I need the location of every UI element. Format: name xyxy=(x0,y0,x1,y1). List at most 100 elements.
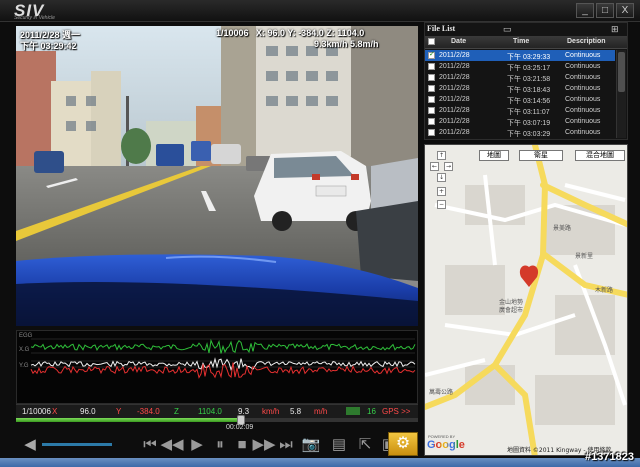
pan-down-icon[interactable]: ↓ xyxy=(437,173,446,182)
file-list-header: Date Time Description xyxy=(425,36,627,49)
print-icon[interactable]: ▤ xyxy=(328,434,350,454)
video-time-overlay: 下午 03:29:42 xyxy=(20,41,77,51)
file-list-row[interactable]: 2011/2/28 下午 03:03:29 Continuous xyxy=(425,127,615,138)
file-list-row[interactable]: 2011/2/28 下午 03:25:17 Continuous xyxy=(425,61,615,72)
file-list-row[interactable]: 2011/2/28 下午 03:21:58 Continuous xyxy=(425,72,615,83)
volume-icon[interactable]: ◀ xyxy=(20,434,40,454)
video-frame-counter: 1/10006 xyxy=(216,28,249,38)
rewind-icon[interactable]: ◀◀ xyxy=(160,434,183,454)
gear-icon: ⚙ xyxy=(395,435,411,452)
readout-satellite-count: 16 xyxy=(367,407,376,416)
scrollbar-thumb[interactable] xyxy=(618,52,625,92)
google-logo-text: Google xyxy=(427,439,465,451)
row-checkbox[interactable] xyxy=(428,107,435,114)
pan-up-icon[interactable]: ↑ xyxy=(437,151,446,160)
google-logo: Google xyxy=(427,439,465,451)
graph-axis-label: Y.G xyxy=(19,363,29,369)
satellite-view-button[interactable]: 衛星 xyxy=(519,150,563,161)
readout-mh-value: 5.8 xyxy=(290,407,302,416)
row-date: 2011/2/28 xyxy=(439,52,470,59)
snapshot-camera-icon[interactable]: 📷 xyxy=(300,434,322,454)
close-button[interactable]: X xyxy=(616,3,634,18)
row-checkbox[interactable] xyxy=(428,50,435,59)
fast-forward-icon[interactable]: ▶▶ xyxy=(252,434,275,454)
row-checkbox[interactable] xyxy=(428,74,435,81)
column-date[interactable]: Date xyxy=(451,38,466,45)
title-bar: SIV Security in Vehicle _ □ X xyxy=(0,0,640,22)
readout-z-label: Z xyxy=(174,407,179,416)
row-checkbox[interactable] xyxy=(428,63,435,70)
stop-icon[interactable]: ■ xyxy=(232,434,252,454)
graph-axis-label: EGG xyxy=(19,333,33,339)
row-time: 下午 03:03:29 xyxy=(507,131,551,138)
readout-counter: 1/10006 xyxy=(22,407,51,416)
row-checkbox[interactable] xyxy=(428,129,435,136)
file-list-row[interactable]: 2011/2/28下午 03:29:33Continuous xyxy=(425,50,615,61)
add-file-icon[interactable]: ⊞ xyxy=(611,25,621,34)
video-sensor-overlay: X: 96.0 Y: -384.0 Z: 1104.0 xyxy=(256,28,365,38)
app-logo-subtitle: Security in Vehicle xyxy=(14,15,55,21)
pause-icon[interactable]: ⏸ xyxy=(210,434,230,454)
readout-y-value: -384.0 xyxy=(137,407,160,416)
minimize-button[interactable]: _ xyxy=(576,3,594,18)
row-description: Continuous xyxy=(565,118,601,125)
file-list-row[interactable]: 2011/2/28 下午 03:14:56 Continuous xyxy=(425,94,615,105)
satellite-icon xyxy=(346,407,360,415)
map-label: 景新里 xyxy=(575,253,594,260)
file-list-scrollbar[interactable] xyxy=(616,50,626,138)
pan-left-icon[interactable]: ← xyxy=(430,162,439,171)
windows-taskbar xyxy=(0,458,640,467)
gps-status-link[interactable]: GPS >> xyxy=(382,407,410,416)
play-icon[interactable]: ▶ xyxy=(186,434,208,454)
video-player[interactable]: 2011/2/28 週一 下午 03:29:42 1/10006 X: 96.0… xyxy=(16,26,418,326)
hybrid-view-button[interactable]: 混合地圖 xyxy=(575,150,625,161)
skip-back-icon[interactable]: ⏮ xyxy=(140,434,160,454)
row-description: Continuous xyxy=(565,96,601,103)
skip-forward-icon[interactable]: ⏭ xyxy=(276,434,296,454)
export-icon[interactable]: ⇱ xyxy=(354,434,376,454)
folder-open-icon[interactable]: ▭ xyxy=(503,25,513,34)
map-panel[interactable]: 地圖 衛星 混合地圖 ↑ ← → ↓ + − 金山地勢 廣會超市 萬壽公路 景美… xyxy=(424,144,628,456)
row-checkbox[interactable] xyxy=(428,85,435,92)
row-checkbox[interactable] xyxy=(428,118,435,125)
map-label: 木新路 xyxy=(595,287,614,294)
volume-slider[interactable] xyxy=(42,443,112,446)
row-date: 2011/2/28 xyxy=(439,107,470,114)
row-description: Continuous xyxy=(565,129,601,136)
row-description: Continuous xyxy=(565,52,601,59)
row-description: Continuous xyxy=(565,85,601,92)
pan-right-icon[interactable]: → xyxy=(444,162,453,171)
file-list-row[interactable]: 2011/2/28 下午 03:18:43 Continuous xyxy=(425,83,615,94)
file-list-row[interactable]: 2011/2/28 下午 03:07:19 Continuous xyxy=(425,116,615,127)
map-label: 萬壽公路 xyxy=(429,389,454,396)
row-description: Continuous xyxy=(565,74,601,81)
column-time[interactable]: Time xyxy=(513,38,529,45)
readout-x-label: X xyxy=(52,407,58,416)
row-date: 2011/2/28 xyxy=(439,63,470,70)
map-canvas xyxy=(425,145,627,455)
readout-z-value: 1104.0 xyxy=(198,407,222,416)
maximize-button[interactable]: □ xyxy=(596,3,614,18)
window-controls: _ □ X xyxy=(576,3,634,18)
select-all-checkbox[interactable] xyxy=(428,38,435,45)
readout-x-value: 96.0 xyxy=(80,407,96,416)
file-list-row[interactable]: 2011/2/28 下午 03:11:07 Continuous xyxy=(425,105,615,116)
timeline-progress xyxy=(16,418,242,422)
zoom-in-icon[interactable]: + xyxy=(437,187,446,196)
gsensor-plot xyxy=(30,338,416,379)
timeline-time: 00:02:09 xyxy=(226,424,254,431)
sensor-readout-bar: 1/10006 X 96.0 Y -384.0 Z 1104.0 9.3 km/… xyxy=(16,404,418,418)
row-description: Continuous xyxy=(565,63,601,70)
row-date: 2011/2/28 xyxy=(439,96,470,103)
zoom-out-icon[interactable]: − xyxy=(437,200,446,209)
playback-controls: ◀ ⏮ ◀◀ ▶ ⏸ ■ ▶▶ ⏭ 📷 ▤ ⇱ ▣ xyxy=(16,432,418,456)
file-list-title: File List xyxy=(427,24,456,33)
row-description: Continuous xyxy=(565,107,601,114)
timeline-track[interactable] xyxy=(16,415,418,425)
row-checkbox[interactable] xyxy=(428,96,435,103)
map-view-button[interactable]: 地圖 xyxy=(479,150,509,161)
readout-y-label: Y xyxy=(116,407,122,416)
settings-gear-button[interactable]: ⚙ xyxy=(388,432,418,456)
column-description[interactable]: Description xyxy=(567,38,606,45)
egg-signal-line xyxy=(30,338,416,354)
